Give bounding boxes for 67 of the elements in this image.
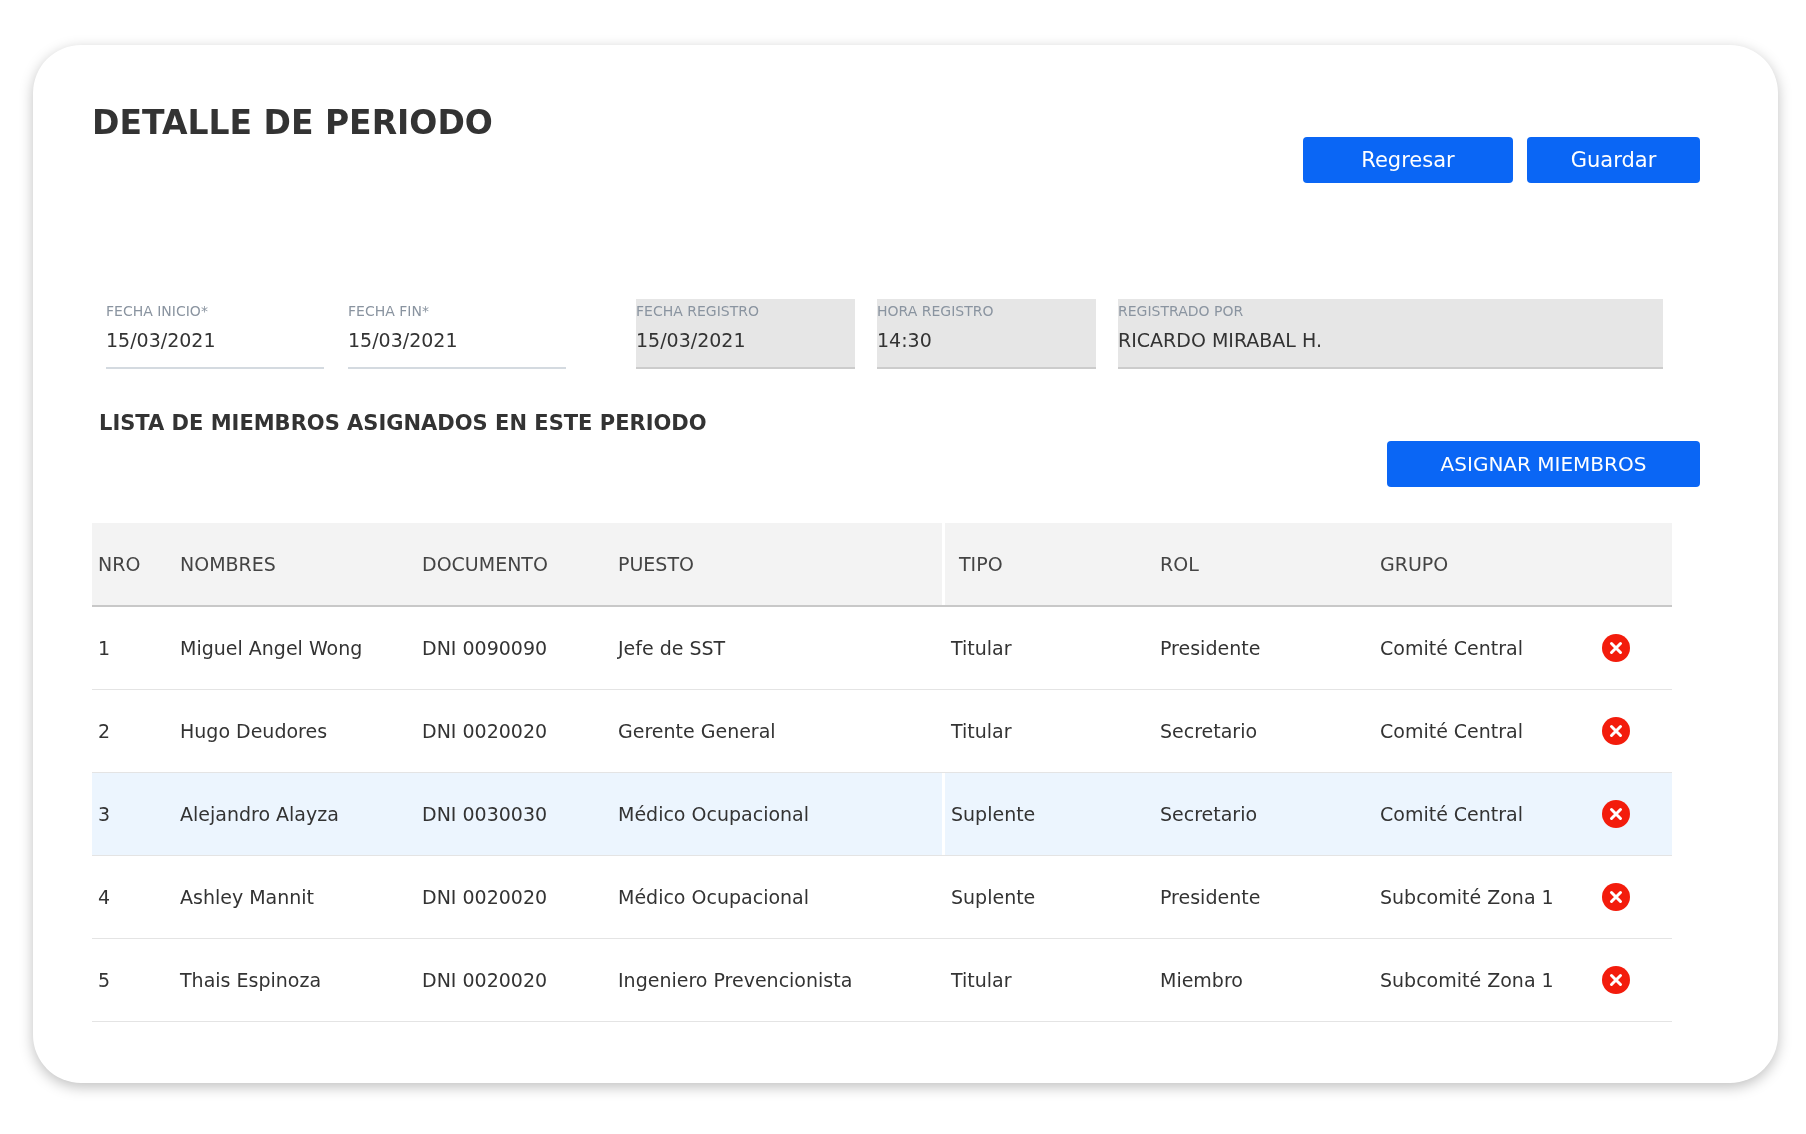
table-cell-text: 1 xyxy=(97,636,112,661)
input-field[interactable]: FECHA FIN* 15/03/2021 xyxy=(348,299,566,369)
table-cell-text: Alejandro Alayza xyxy=(179,802,340,827)
table-row[interactable]: 5 Thais Espinoza DNI 0020020 Ingeniero Prevencionista Titular Miembro Subcomité Zona 1 xyxy=(92,939,1672,1022)
table-cell: Suplente xyxy=(942,773,1154,855)
remove-icon[interactable] xyxy=(1602,634,1630,662)
table-cell-text: Médico Ocupacional xyxy=(617,802,810,827)
table-cell-text: Miembro xyxy=(1159,968,1244,993)
table-cell-text: Ashley Mannit xyxy=(179,885,316,910)
table-cell-text: Comité Central xyxy=(1379,636,1525,661)
field-label: REGISTRADO POR xyxy=(1118,303,1245,319)
column-header: ROL xyxy=(1159,552,1200,577)
table-cell-text: Comité Central xyxy=(1379,719,1525,744)
field-label: FECHA FIN* xyxy=(348,303,430,319)
table-cell-text: Gerente General xyxy=(617,719,777,744)
table-cell-text: Subcomité Zona 1 xyxy=(1379,885,1555,910)
column-header: NOMBRES xyxy=(179,552,277,577)
column-header: NRO xyxy=(97,552,142,577)
table-cell: Titular xyxy=(942,939,1154,1021)
table-cell-text: DNI 0020020 xyxy=(421,885,549,910)
field-value: 14:30 xyxy=(877,329,933,351)
remove-icon[interactable] xyxy=(1602,800,1630,828)
column-header: TIPO xyxy=(942,523,1154,605)
field-label: FECHA REGISTRO xyxy=(636,303,760,319)
table-cell-text: Miguel Angel Wong xyxy=(179,636,364,661)
table-cell-text: Médico Ocupacional xyxy=(617,885,810,910)
table-row[interactable]: 1 Miguel Angel Wong DNI 0090090 Jefe de SST Titular Presidente Comité Central xyxy=(92,607,1672,690)
table-cell-text: Subcomité Zona 1 xyxy=(1379,968,1555,993)
field-value: RICARDO MIRABAL H. xyxy=(1118,329,1323,351)
table-cell-text: Secretario xyxy=(1159,719,1259,744)
input-field[interactable]: FECHA INICIO* 15/03/2021 xyxy=(106,299,324,369)
table-row[interactable]: 4 Ashley Mannit DNI 0020020 Médico Ocupacional Suplente Presidente Subcomité Zona 1 xyxy=(92,856,1672,939)
table-cell-text: Hugo Deudores xyxy=(179,719,329,744)
column-header: PUESTO xyxy=(617,552,695,577)
field-value: 15/03/2021 xyxy=(348,329,459,351)
table-cell-text: Comité Central xyxy=(1379,802,1525,827)
table-cell-text: 4 xyxy=(97,885,112,910)
table-cell-text: Jefe de SST xyxy=(616,636,727,661)
table-cell-text: DNI 0090090 xyxy=(421,636,549,661)
table-cell-text: Presidente xyxy=(1159,885,1262,910)
field-value: 15/03/2021 xyxy=(106,329,217,351)
section-heading: LISTA DE MIEMBROS ASIGNADOS EN ESTE PERIODO xyxy=(99,411,708,435)
table-cell-text: 2 xyxy=(97,719,112,744)
table-cell-text: DNI 0020020 xyxy=(421,968,549,993)
remove-icon[interactable] xyxy=(1602,966,1630,994)
field-value: 15/03/2021 xyxy=(636,329,747,351)
action-button[interactable]: Guardar xyxy=(1527,137,1700,183)
table-cell-text: DNI 0020020 xyxy=(421,719,549,744)
table-cell-text: DNI 0030030 xyxy=(421,802,549,827)
table-cell: Suplente xyxy=(942,856,1154,938)
page-title: DETALLE DE PERIODO xyxy=(92,103,493,144)
field-label: FECHA INICIO* xyxy=(106,303,209,319)
table-row[interactable]: 3 Alejandro Alayza DNI 0030030 Médico Ocupacional Suplente Secretario Comité Central xyxy=(92,773,1672,856)
field-label: HORA REGISTRO xyxy=(877,303,995,319)
table-cell-text: Presidente xyxy=(1159,636,1262,661)
table-cell-text: Secretario xyxy=(1159,802,1259,827)
table-cell-text: Thais Espinoza xyxy=(179,968,323,993)
table-cell: Titular xyxy=(942,607,1154,689)
remove-icon[interactable] xyxy=(1602,717,1630,745)
remove-icon[interactable] xyxy=(1602,883,1630,911)
table-cell-text: Ingeniero Prevencionista xyxy=(617,968,854,993)
table-cell-text: 5 xyxy=(97,968,112,993)
column-header: DOCUMENTO xyxy=(421,552,549,577)
table-cell-text: 3 xyxy=(97,802,112,827)
action-button[interactable]: Regresar xyxy=(1303,137,1513,183)
column-header: GRUPO xyxy=(1379,552,1450,577)
assign-members-button[interactable]: ASIGNAR MIEMBROS xyxy=(1387,441,1700,487)
